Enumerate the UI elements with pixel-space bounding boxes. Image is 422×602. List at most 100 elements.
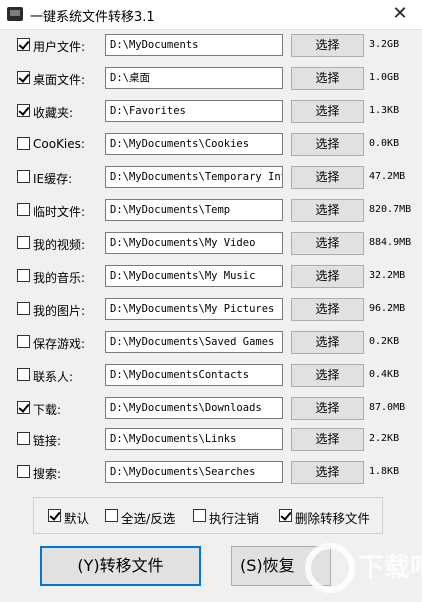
folder-size: 1.8KB: [369, 466, 400, 477]
folder-checkbox[interactable]: [17, 465, 30, 478]
folder-checkbox[interactable]: [17, 335, 30, 348]
folder-checkbox[interactable]: [17, 104, 30, 117]
choose-button[interactable]: 选择: [291, 265, 364, 288]
folder-label: 搜索:: [33, 467, 62, 481]
option-logoff-label: 执行注销: [209, 511, 260, 526]
option-select-all-checkbox[interactable]: [105, 509, 118, 522]
transfer-files-button[interactable]: (Y)转移文件: [40, 546, 201, 586]
watermark-text: 下载吧: [358, 553, 422, 583]
folder-checkbox[interactable]: [17, 236, 30, 249]
choose-button[interactable]: 选择: [291, 232, 364, 255]
option-delete-moved-label: 删除转移文件: [295, 511, 371, 526]
folder-label: 下载:: [33, 403, 62, 417]
folder-path-input[interactable]: D:\MyDocuments: [105, 34, 283, 56]
folder-row: 临时文件: D:\MyDocuments\Temp 选择 820.7MB: [0, 199, 422, 223]
option-delete-moved-checkbox[interactable]: [279, 509, 292, 522]
option-default-checkbox[interactable]: [48, 509, 61, 522]
choose-button[interactable]: 选择: [291, 199, 364, 222]
folder-label: 链接:: [33, 434, 62, 448]
folder-path-input[interactable]: D:\MyDocuments\Temporary Inte: [105, 166, 283, 188]
folder-label: 联系人:: [33, 370, 74, 384]
folder-row: 桌面文件: D:\桌面 选择 1.0GB: [0, 67, 422, 91]
choose-button[interactable]: 选择: [291, 331, 364, 354]
folder-size: 96.2MB: [369, 303, 406, 314]
choose-button[interactable]: 选择: [291, 34, 364, 57]
folder-size: 1.3KB: [369, 105, 400, 116]
folder-size: 3.2GB: [369, 39, 400, 50]
choose-button[interactable]: 选择: [291, 298, 364, 321]
folder-checkbox[interactable]: [17, 401, 30, 414]
folder-label: 我的视频:: [33, 238, 86, 252]
folder-row: 搜索: D:\MyDocuments\Searches 选择 1.8KB: [0, 461, 422, 485]
folder-path-input[interactable]: D:\MyDocuments\Downloads: [105, 397, 283, 419]
folder-label: CooKies:: [33, 137, 85, 151]
folder-row: 收藏夹: D:\Favorites 选择 1.3KB: [0, 100, 422, 124]
folder-label: 收藏夹:: [33, 106, 74, 120]
choose-button[interactable]: 选择: [291, 364, 364, 387]
restore-button[interactable]: (S)恢复: [231, 546, 331, 586]
folder-label: IE缓存:: [33, 172, 73, 186]
folder-path-input[interactable]: D:\MyDocumentsContacts: [105, 364, 283, 386]
folder-path-input[interactable]: D:\MyDocuments\My Video: [105, 232, 283, 254]
choose-button[interactable]: 选择: [291, 166, 364, 189]
folder-size: 2.2KB: [369, 433, 400, 444]
folder-label: 保存游戏:: [33, 337, 86, 351]
folder-row: IE缓存: D:\MyDocuments\Temporary Inte 选择 47.2…: [0, 166, 422, 190]
folder-size: 0.2KB: [369, 336, 400, 347]
folder-row: 我的图片: D:\MyDocuments\My Pictures 选择 96.2MB: [0, 298, 422, 322]
folder-checkbox[interactable]: [17, 203, 30, 216]
folder-path-input[interactable]: D:\桌面: [105, 67, 283, 89]
folder-size: 0.4KB: [369, 369, 400, 380]
folder-label: 我的音乐:: [33, 271, 86, 285]
choose-button[interactable]: 选择: [291, 100, 364, 123]
close-button[interactable]: ✕: [378, 0, 422, 30]
folder-row: 用户文件: D:\MyDocuments 选择 3.2GB: [0, 34, 422, 58]
folder-checkbox[interactable]: [17, 432, 30, 445]
option-default-label: 默认: [64, 511, 90, 526]
choose-button[interactable]: 选择: [291, 67, 364, 90]
window-title: 一键系统文件转移3.1: [30, 10, 155, 25]
choose-button[interactable]: 选择: [291, 133, 364, 156]
folder-checkbox[interactable]: [17, 71, 30, 84]
option-select-all-label: 全选/反选: [121, 511, 176, 526]
folder-row: 下载: D:\MyDocuments\Downloads 选择 87.0MB: [0, 397, 422, 421]
folder-checkbox[interactable]: [17, 137, 30, 150]
folder-row: 链接: D:\MyDocuments\Links 选择 2.2KB: [0, 428, 422, 452]
folder-row: 我的视频: D:\MyDocuments\My Video 选择 884.9MB: [0, 232, 422, 256]
folder-path-input[interactable]: D:\MyDocuments\Saved Games: [105, 331, 283, 353]
folder-path-input[interactable]: D:\MyDocuments\Links: [105, 428, 283, 450]
folder-size: 820.7MB: [369, 204, 412, 215]
folder-size: 87.0MB: [369, 402, 406, 413]
folder-path-input[interactable]: D:\Favorites: [105, 100, 283, 122]
folder-label: 临时文件:: [33, 205, 86, 219]
folder-label: 桌面文件:: [33, 73, 86, 87]
folder-path-input[interactable]: D:\MyDocuments\Cookies: [105, 133, 283, 155]
folder-checkbox[interactable]: [17, 368, 30, 381]
folder-row: 我的音乐: D:\MyDocuments\My Music 选择 32.2MB: [0, 265, 422, 289]
folder-path-input[interactable]: D:\MyDocuments\Searches: [105, 461, 283, 483]
folder-checkbox[interactable]: [17, 38, 30, 51]
folder-size: 884.9MB: [369, 237, 412, 248]
folder-checkbox[interactable]: [17, 170, 30, 183]
folder-path-input[interactable]: D:\MyDocuments\My Music: [105, 265, 283, 287]
folder-size: 1.0GB: [369, 72, 400, 83]
folder-label: 我的图片:: [33, 304, 86, 318]
folder-row: 保存游戏: D:\MyDocuments\Saved Games 选择 0.2KB: [0, 331, 422, 355]
options-group: 默认 全选/反选 执行注销 删除转移文件: [33, 497, 383, 534]
app-icon: [7, 7, 23, 21]
folder-path-input[interactable]: D:\MyDocuments\Temp: [105, 199, 283, 221]
title-bar: 一键系统文件转移3.1 ✕: [0, 0, 422, 30]
option-logoff-checkbox[interactable]: [193, 509, 206, 522]
folder-path-input[interactable]: D:\MyDocuments\My Pictures: [105, 298, 283, 320]
folder-checkbox[interactable]: [17, 269, 30, 282]
choose-button[interactable]: 选择: [291, 461, 364, 484]
folder-label: 用户文件:: [33, 40, 86, 54]
folder-size: 47.2MB: [369, 171, 406, 182]
folder-checkbox[interactable]: [17, 302, 30, 315]
folder-row: 联系人: D:\MyDocumentsContacts 选择 0.4KB: [0, 364, 422, 388]
folder-size: 0.0KB: [369, 138, 400, 149]
folder-size: 32.2MB: [369, 270, 406, 281]
choose-button[interactable]: 选择: [291, 397, 364, 420]
folder-row: CooKies: D:\MyDocuments\Cookies 选择 0.0KB: [0, 133, 422, 157]
choose-button[interactable]: 选择: [291, 428, 364, 451]
